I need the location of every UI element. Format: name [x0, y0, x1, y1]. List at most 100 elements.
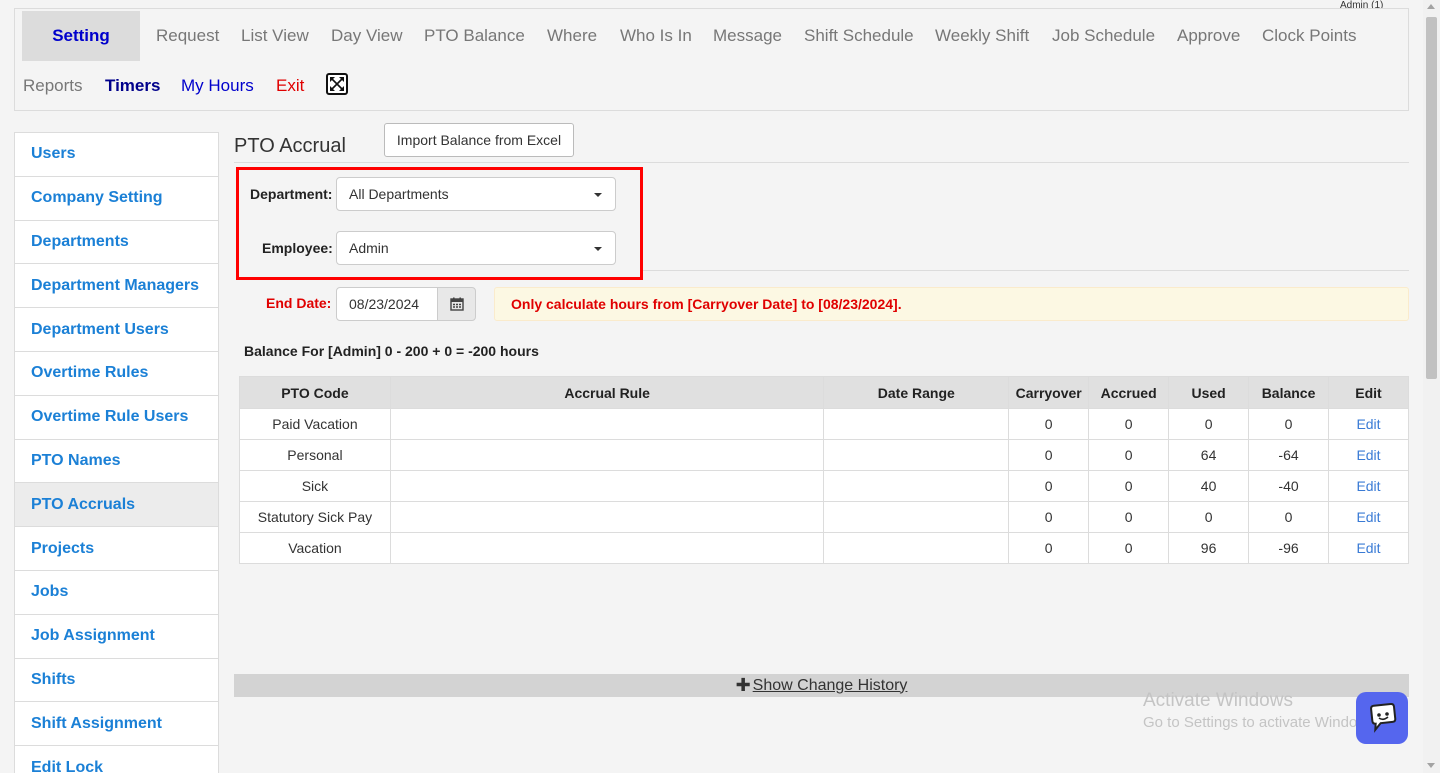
used-cell: 40: [1168, 470, 1250, 502]
top-navigation: Setting Request List View Day View PTO B…: [14, 8, 1409, 111]
edit-link[interactable]: Edit: [1328, 501, 1409, 533]
date-range-cell: [823, 439, 1010, 471]
nav-request[interactable]: Request: [156, 26, 219, 46]
nav-where[interactable]: Where: [547, 26, 597, 46]
scroll-up-arrow-icon[interactable]: [1427, 4, 1435, 9]
balance-cell: -96: [1248, 532, 1330, 564]
accrued-cell: 0: [1088, 532, 1170, 564]
employee-label: Employee:: [262, 240, 333, 256]
chat-support-button[interactable]: [1356, 692, 1408, 744]
edit-link[interactable]: Edit: [1328, 470, 1409, 502]
sidebar-item-department-users[interactable]: Department Users: [15, 308, 218, 352]
sidebar-item-overtime-rule-users[interactable]: Overtime Rule Users: [15, 396, 218, 440]
balance-cell: -64: [1248, 439, 1330, 471]
accrued-cell: 0: [1088, 439, 1170, 471]
nav-message[interactable]: Message: [713, 26, 782, 46]
nav-exit[interactable]: Exit: [276, 76, 304, 96]
page-title: PTO Accrual: [234, 135, 346, 157]
sidebar-item-jobs[interactable]: Jobs: [15, 571, 218, 615]
balance-cell: -40: [1248, 470, 1330, 502]
department-select-value: All Departments: [349, 186, 449, 202]
col-header-accrual-rule: Accrual Rule: [389, 376, 825, 409]
settings-sidebar: Users Company Setting Departments Depart…: [14, 132, 219, 773]
sidebar-item-overtime-rules[interactable]: Overtime Rules: [15, 352, 218, 396]
col-header-pto-code: PTO Code: [239, 376, 391, 409]
nav-shift-schedule[interactable]: Shift Schedule: [804, 26, 914, 46]
nav-job-schedule[interactable]: Job Schedule: [1052, 26, 1155, 46]
date-range-cell: [823, 470, 1010, 502]
pto-code-cell: Paid Vacation: [239, 408, 391, 440]
employee-select-value: Admin: [349, 240, 389, 256]
edit-link[interactable]: Edit: [1328, 408, 1409, 440]
sidebar-item-projects[interactable]: Projects: [15, 527, 218, 571]
table-row: Paid Vacation 0 0 0 0 Edit: [239, 408, 1409, 440]
accrual-rule-cell: [389, 532, 825, 564]
nav-weekly-shift[interactable]: Weekly Shift: [935, 26, 1029, 46]
col-header-accrued: Accrued: [1088, 376, 1170, 409]
sidebar-item-users[interactable]: Users: [15, 133, 218, 177]
sidebar-item-pto-accruals[interactable]: PTO Accruals: [15, 483, 218, 528]
calendar-icon: [449, 297, 464, 311]
carryover-cell: 0: [1008, 501, 1090, 533]
pto-accrual-table: PTO Code Accrual Rule Date Range Carryov…: [239, 376, 1409, 564]
sidebar-item-shifts[interactable]: Shifts: [15, 659, 218, 703]
carryover-cell: 0: [1008, 532, 1090, 564]
pto-code-cell: Sick: [239, 470, 391, 502]
sidebar-item-company-setting[interactable]: Company Setting: [15, 177, 218, 221]
nav-clock-points[interactable]: Clock Points: [1262, 26, 1356, 46]
filter-divider: [640, 270, 1409, 271]
show-change-history-label: Show Change History: [752, 676, 908, 694]
caret-down-icon: [594, 247, 602, 251]
table-row: Vacation 0 0 96 -96 Edit: [239, 532, 1409, 564]
nav-pto-balance[interactable]: PTO Balance: [424, 26, 525, 46]
table-header-row: PTO Code Accrual Rule Date Range Carryov…: [239, 376, 1409, 409]
col-header-edit: Edit: [1328, 376, 1409, 409]
import-balance-button[interactable]: Import Balance from Excel: [384, 123, 574, 157]
employee-select[interactable]: Admin: [336, 231, 616, 265]
sidebar-item-pto-names[interactable]: PTO Names: [15, 440, 218, 484]
sidebar-item-job-assignment[interactable]: Job Assignment: [15, 615, 218, 659]
pto-code-cell: Vacation: [239, 532, 391, 564]
caret-down-icon: [594, 193, 602, 197]
nav-reports[interactable]: Reports: [23, 76, 83, 96]
nav-day-view[interactable]: Day View: [331, 26, 403, 46]
edit-link[interactable]: Edit: [1328, 532, 1409, 564]
balance-cell: 0: [1248, 408, 1330, 440]
scroll-down-arrow-icon[interactable]: [1427, 763, 1435, 768]
sidebar-item-edit-lock[interactable]: Edit Lock: [15, 746, 218, 773]
accrued-cell: 0: [1088, 501, 1170, 533]
sidebar-item-departments[interactable]: Departments: [15, 221, 218, 265]
pto-code-cell: Statutory Sick Pay: [239, 501, 391, 533]
scroll-thumb[interactable]: [1426, 17, 1437, 379]
nav-my-hours[interactable]: My Hours: [181, 76, 254, 96]
carryover-cell: 0: [1008, 470, 1090, 502]
department-select[interactable]: All Departments: [336, 177, 616, 211]
nav-who-is-in[interactable]: Who Is In: [620, 26, 692, 46]
date-range-cell: [823, 501, 1010, 533]
used-cell: 0: [1168, 408, 1250, 440]
plus-icon: ✚: [735, 675, 751, 695]
edit-link[interactable]: Edit: [1328, 439, 1409, 471]
calendar-button[interactable]: [437, 287, 476, 321]
sidebar-item-shift-assignment[interactable]: Shift Assignment: [15, 702, 218, 747]
pto-code-cell: Personal: [239, 439, 391, 471]
carryover-cell: 0: [1008, 439, 1090, 471]
accrued-cell: 0: [1088, 408, 1170, 440]
date-warning-message: Only calculate hours from [Carryover Dat…: [494, 287, 1409, 321]
table-row: Sick 0 0 40 -40 Edit: [239, 470, 1409, 502]
end-date-input[interactable]: [336, 287, 438, 321]
fullscreen-icon[interactable]: [326, 73, 348, 95]
vertical-scrollbar[interactable]: [1423, 0, 1440, 773]
table-row: Statutory Sick Pay 0 0 0 0 Edit: [239, 501, 1409, 533]
nav-approve[interactable]: Approve: [1177, 26, 1240, 46]
end-date-label: End Date:: [266, 295, 332, 311]
nav-setting[interactable]: Setting: [22, 11, 140, 61]
sidebar-item-department-managers[interactable]: Department Managers: [15, 264, 218, 309]
used-cell: 0: [1168, 501, 1250, 533]
nav-list-view[interactable]: List View: [241, 26, 309, 46]
used-cell: 64: [1168, 439, 1250, 471]
accrual-rule-cell: [389, 501, 825, 533]
nav-timers[interactable]: Timers: [105, 76, 160, 96]
accrual-rule-cell: [389, 470, 825, 502]
department-label: Department:: [250, 186, 333, 202]
